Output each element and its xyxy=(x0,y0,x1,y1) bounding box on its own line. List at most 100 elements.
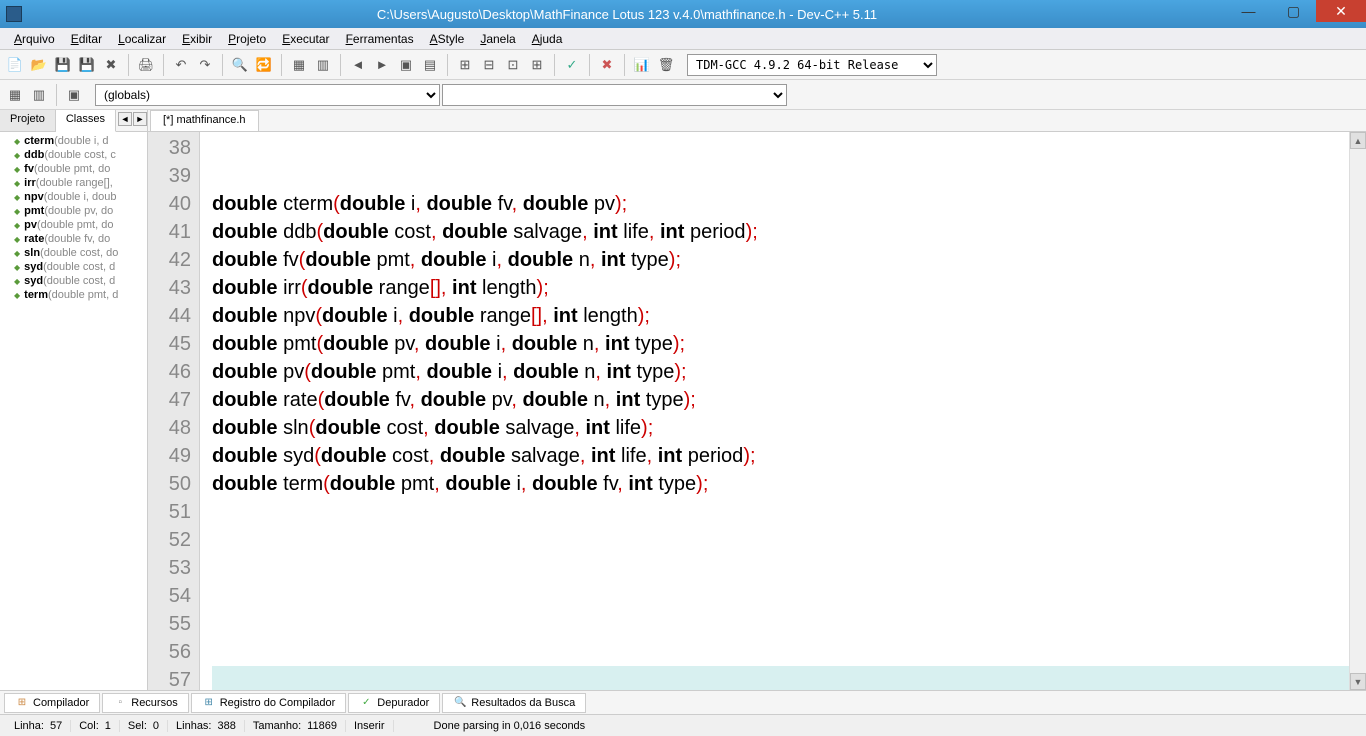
line-number: 39 xyxy=(148,162,191,190)
code-line[interactable] xyxy=(212,526,1366,554)
nav-next-button[interactable]: ► xyxy=(371,54,393,76)
code-line[interactable] xyxy=(212,498,1366,526)
line-number: 50 xyxy=(148,470,191,498)
class-item-pmt[interactable]: ◆pmt (double pv, do xyxy=(0,204,147,218)
code-line[interactable] xyxy=(212,162,1366,190)
profile-button[interactable]: 📊 xyxy=(631,54,653,76)
bookmark-button[interactable]: ▣ xyxy=(395,54,417,76)
scroll-up-icon[interactable]: ▲ xyxy=(1350,132,1366,149)
view2-button[interactable]: ▥ xyxy=(312,54,334,76)
class-item-irr[interactable]: ◆irr (double range[], xyxy=(0,176,147,190)
class-item-fv[interactable]: ◆fv (double pmt, do xyxy=(0,162,147,176)
close-button[interactable]: ✕ xyxy=(1316,0,1366,22)
print-button[interactable]: 🖨 xyxy=(135,54,157,76)
layout3-button[interactable]: ⊡ xyxy=(502,54,524,76)
code-line[interactable] xyxy=(212,638,1366,666)
sidebar-nav-prev[interactable]: ◄ xyxy=(118,112,132,126)
layout1-button[interactable]: ⊞ xyxy=(454,54,476,76)
new-file-button[interactable]: 📄 xyxy=(4,54,26,76)
bottom-tab-registro-do-compilador[interactable]: ⊞Registro do Compilador xyxy=(191,693,347,713)
new-class2-button[interactable]: ▥ xyxy=(28,84,50,106)
sidebar-nav-next[interactable]: ► xyxy=(133,112,147,126)
bottom-tab-depurador[interactable]: ✓Depurador xyxy=(348,693,440,713)
class-item-npv[interactable]: ◆npv (double i, doub xyxy=(0,190,147,204)
class-item-cterm[interactable]: ◆cterm (double i, d xyxy=(0,134,147,148)
menu-exibir[interactable]: Exibir xyxy=(174,30,220,48)
class-item-term[interactable]: ◆term (double pmt, d xyxy=(0,288,147,302)
save-all-button[interactable]: 💾 xyxy=(76,54,98,76)
function-icon: ◆ xyxy=(14,137,20,146)
compiler-select[interactable]: TDM-GCC 4.9.2 64-bit Release xyxy=(687,54,937,76)
close-file-button[interactable]: ✖ xyxy=(100,54,122,76)
class-item-pv[interactable]: ◆pv (double pmt, do xyxy=(0,218,147,232)
code-line[interactable]: double rate(double fv, double pv, double… xyxy=(212,386,1366,414)
vertical-scrollbar[interactable]: ▲ ▼ xyxy=(1349,132,1366,690)
code-line[interactable]: double syd(double cost, double salvage, … xyxy=(212,442,1366,470)
new-class-button[interactable]: ▦ xyxy=(4,84,26,106)
code-line[interactable]: double sln(double cost, double salvage, … xyxy=(212,414,1366,442)
menu-ferramentas[interactable]: Ferramentas xyxy=(338,30,422,48)
menu-executar[interactable]: Executar xyxy=(274,30,337,48)
nav-prev-button[interactable]: ◄ xyxy=(347,54,369,76)
code-line[interactable]: double pv(double pmt, double i, double n… xyxy=(212,358,1366,386)
redo-button[interactable]: ↷ xyxy=(194,54,216,76)
code-line[interactable] xyxy=(212,582,1366,610)
find-button[interactable]: 🔍 xyxy=(229,54,251,76)
menu-janela[interactable]: Janela xyxy=(472,30,523,48)
menu-projeto[interactable]: Projeto xyxy=(220,30,274,48)
view-button[interactable]: ▦ xyxy=(288,54,310,76)
code-line[interactable]: double term(double pmt, double i, double… xyxy=(212,470,1366,498)
maximize-button[interactable]: ▢ xyxy=(1271,0,1316,22)
code-line[interactable] xyxy=(212,666,1366,690)
delete-profile-button[interactable]: 🗑 xyxy=(655,54,677,76)
bottom-tab-compilador[interactable]: ⊞Compilador xyxy=(4,693,100,713)
code-line[interactable] xyxy=(212,134,1366,162)
line-number: 38 xyxy=(148,134,191,162)
insert-button[interactable]: ▣ xyxy=(63,84,85,106)
code-line[interactable]: double irr(double range[], int length); xyxy=(212,274,1366,302)
bottom-tab-recursos[interactable]: ▫Recursos xyxy=(102,693,188,713)
class-item-syd[interactable]: ◆syd (double cost, d xyxy=(0,260,147,274)
class-item-rate[interactable]: ◆rate (double fv, do xyxy=(0,232,147,246)
compile-button[interactable]: ✓ xyxy=(561,54,583,76)
sidebar-tab-projeto[interactable]: Projeto xyxy=(0,110,56,131)
editor-tab-mathfinance[interactable]: [*] mathfinance.h xyxy=(150,110,259,131)
undo-button[interactable]: ↶ xyxy=(170,54,192,76)
code-line[interactable] xyxy=(212,554,1366,582)
replace-button[interactable]: 🔁 xyxy=(253,54,275,76)
save-button[interactable]: 💾 xyxy=(52,54,74,76)
class-item-sln[interactable]: ◆sln (double cost, do xyxy=(0,246,147,260)
function-icon: ◆ xyxy=(14,263,20,272)
code-text[interactable]: double cterm(double i, double fv, double… xyxy=(200,132,1366,690)
layout2-button[interactable]: ⊟ xyxy=(478,54,500,76)
menu-editar[interactable]: Editar xyxy=(63,30,110,48)
menu-ajuda[interactable]: Ajuda xyxy=(524,30,571,48)
line-number: 44 xyxy=(148,302,191,330)
sidebar-tab-classes[interactable]: Classes xyxy=(56,110,116,132)
status-sel: 0 xyxy=(153,720,159,732)
sidebar: Projeto Classes ◄ ► ◆cterm (double i, d◆… xyxy=(0,110,148,690)
member-select[interactable] xyxy=(442,84,787,106)
code-line[interactable]: double fv(double pmt, double i, double n… xyxy=(212,246,1366,274)
code-line[interactable]: double pmt(double pv, double i, double n… xyxy=(212,330,1366,358)
menu-arquivo[interactable]: Arquivo xyxy=(6,30,63,48)
status-sel-label: Sel: xyxy=(128,720,147,732)
code-editor[interactable]: 3839404142434445464748495051525354555657… xyxy=(148,132,1366,690)
layout4-button[interactable]: ⊞ xyxy=(526,54,548,76)
minimize-button[interactable]: — xyxy=(1226,0,1271,22)
toolbar-secondary: ▦ ▥ ▣ (globals) xyxy=(0,80,1366,110)
class-item-ddb[interactable]: ◆ddb (double cost, c xyxy=(0,148,147,162)
scope-select[interactable]: (globals) xyxy=(95,84,440,106)
code-line[interactable] xyxy=(212,610,1366,638)
code-line[interactable]: double cterm(double i, double fv, double… xyxy=(212,190,1366,218)
menu-localizar[interactable]: Localizar xyxy=(110,30,174,48)
goto-button[interactable]: ▤ xyxy=(419,54,441,76)
abort-button[interactable]: ✖ xyxy=(596,54,618,76)
menu-astyle[interactable]: AStyle xyxy=(422,30,473,48)
code-line[interactable]: double ddb(double cost, double salvage, … xyxy=(212,218,1366,246)
open-file-button[interactable]: 📂 xyxy=(28,54,50,76)
scroll-down-icon[interactable]: ▼ xyxy=(1350,673,1366,690)
bottom-tab-resultados-da-busca[interactable]: 🔍Resultados da Busca xyxy=(442,693,586,713)
class-item-syd[interactable]: ◆syd (double cost, d xyxy=(0,274,147,288)
code-line[interactable]: double npv(double i, double range[], int… xyxy=(212,302,1366,330)
